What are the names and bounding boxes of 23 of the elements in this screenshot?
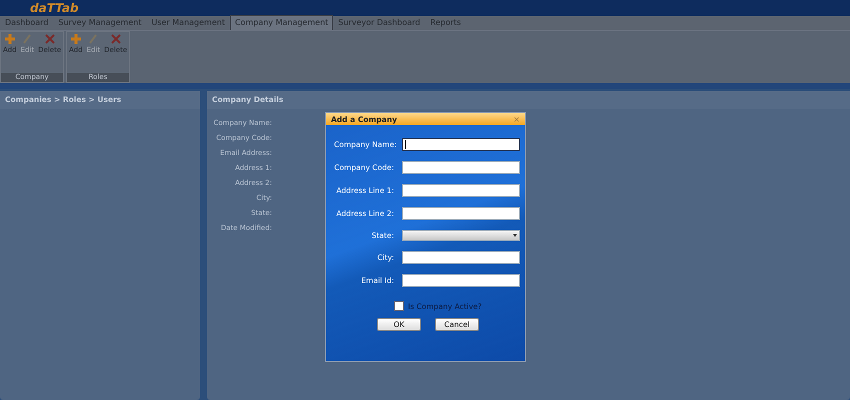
pencil-icon <box>22 34 32 44</box>
logo: daTTab <box>30 1 79 15</box>
dropdown-arrow-icon <box>513 234 517 237</box>
checkbox[interactable] <box>394 301 404 311</box>
close-icon <box>44 34 55 44</box>
text-input[interactable] <box>402 274 520 287</box>
close-button[interactable]: × <box>513 114 520 124</box>
menu-tab[interactable]: Dashboard <box>0 15 54 30</box>
text-input[interactable] <box>402 161 520 174</box>
plus-icon <box>70 34 81 44</box>
menu-tab[interactable]: Company Management <box>230 15 334 30</box>
text-input[interactable] <box>402 251 520 264</box>
menu-tab[interactable]: User Management <box>146 15 230 30</box>
text-input[interactable] <box>402 138 520 151</box>
pencil-icon <box>88 34 98 44</box>
close-icon <box>110 34 121 44</box>
menu-tab[interactable]: Reports <box>425 15 466 30</box>
text-input[interactable] <box>402 184 520 197</box>
menu-tab[interactable]: Survey Management <box>53 15 146 30</box>
state-dropdown[interactable] <box>402 230 520 241</box>
text-input[interactable] <box>402 207 520 220</box>
menu-tab[interactable]: Surveyor Dashboard <box>333 15 426 30</box>
plus-icon <box>4 34 15 44</box>
